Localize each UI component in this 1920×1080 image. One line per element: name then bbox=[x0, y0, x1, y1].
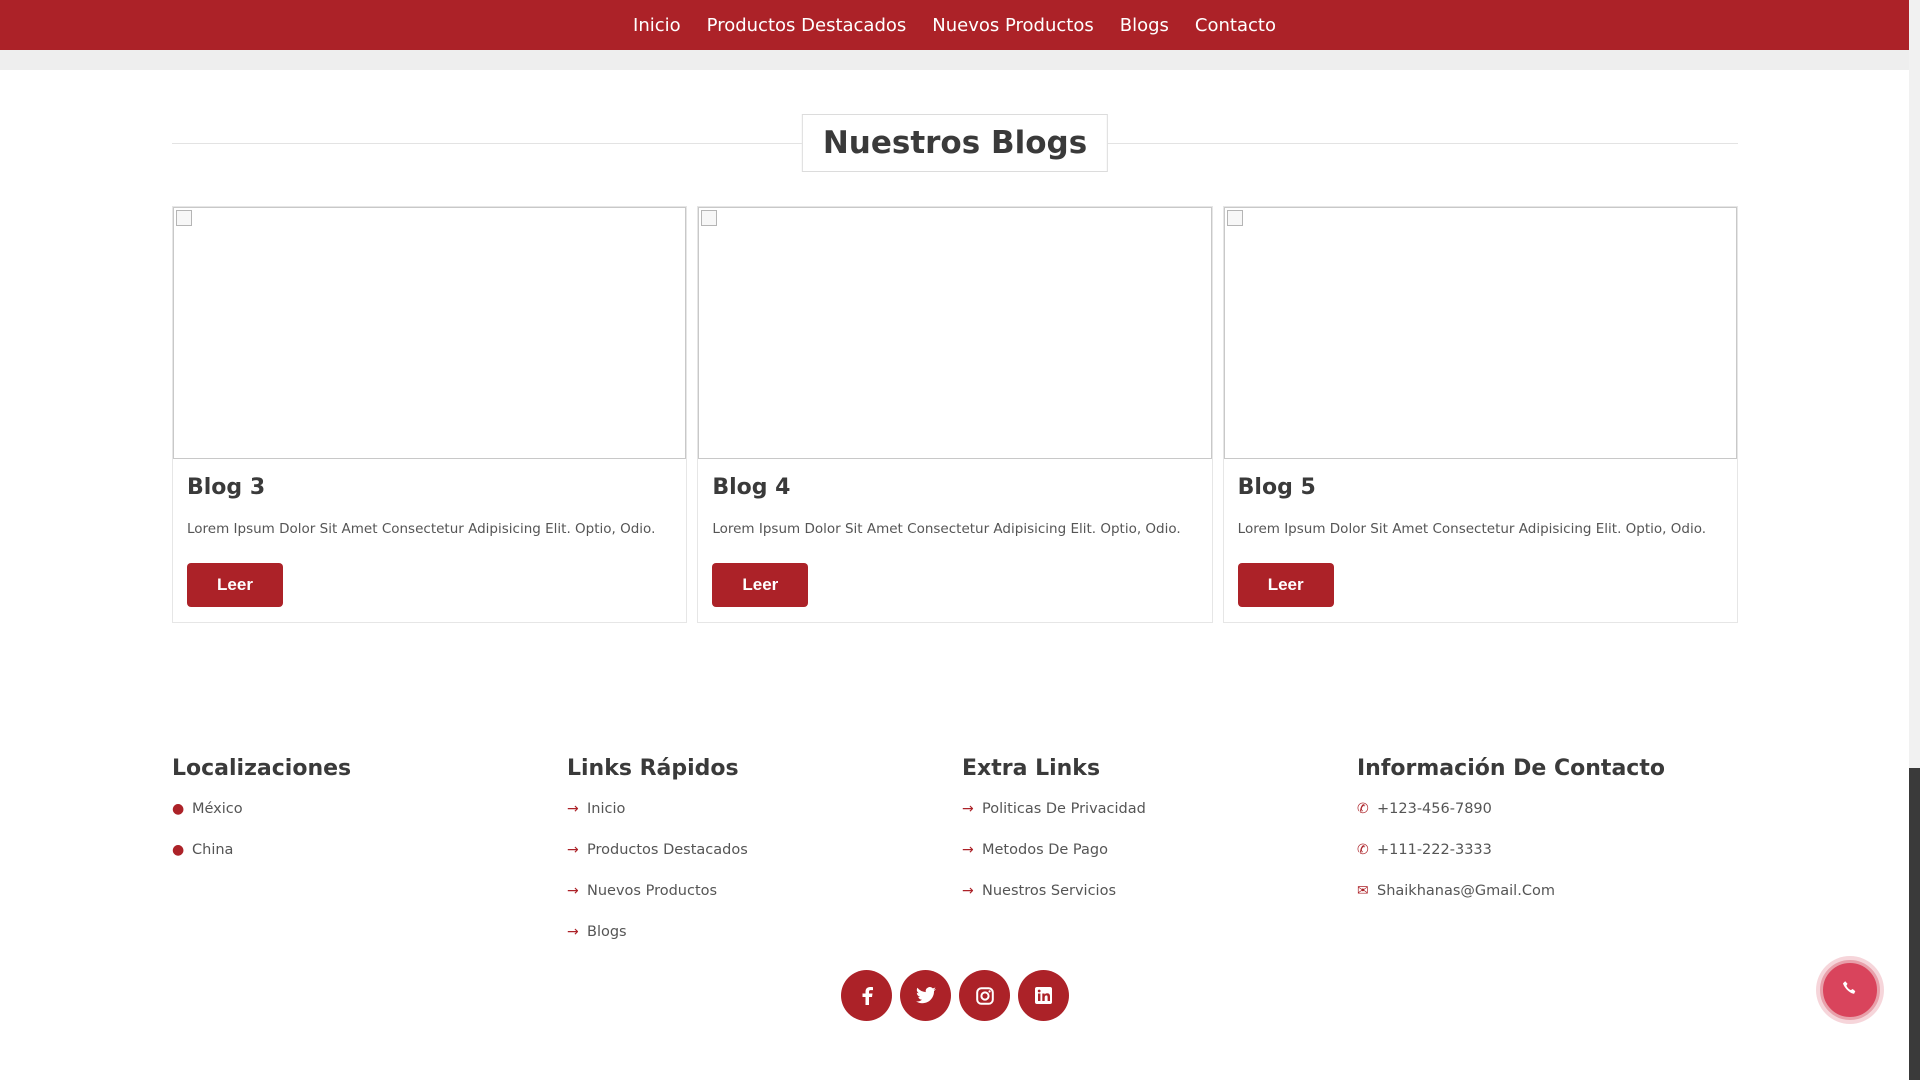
blog-title: Blog 5 bbox=[1237, 475, 1316, 500]
instagram-icon[interactable] bbox=[959, 970, 1010, 1021]
arrow-right-icon: → bbox=[567, 842, 579, 858]
linkedin-icon[interactable] bbox=[1018, 970, 1069, 1021]
footer-extra-links: Extra Links → Politicas De Privacidad → Me… bbox=[962, 756, 1146, 924]
arrow-right-icon: → bbox=[567, 924, 579, 940]
arrow-right-icon: → bbox=[567, 883, 579, 899]
nav-contacto[interactable]: Contacto bbox=[1195, 15, 1276, 36]
blog-card: Blog 3 Lorem Ipsum Dolor Sit Amet Consec… bbox=[172, 206, 688, 623]
read-button[interactable]: Leer bbox=[712, 563, 809, 607]
facebook-icon[interactable] bbox=[841, 970, 892, 1021]
footer-quick-links: Links Rápidos → Inicio → Productos Destaca… bbox=[567, 756, 748, 965]
footer-link[interactable]: → Politicas De Privacidad bbox=[962, 801, 1146, 842]
nav-underlay bbox=[0, 50, 1909, 70]
footer-link[interactable]: → Nuestros Servicios bbox=[962, 883, 1146, 924]
blog-title: Blog 4 bbox=[712, 475, 791, 500]
footer-link[interactable]: → Productos Destacados bbox=[567, 842, 748, 883]
twitter-icon[interactable] bbox=[900, 970, 951, 1021]
blog-card: Blog 4 Lorem Ipsum Dolor Sit Amet Consec… bbox=[697, 206, 1213, 623]
footer-heading: Localizaciones bbox=[172, 756, 352, 781]
location-item: ● China bbox=[172, 842, 234, 858]
map-pin-icon: ● bbox=[172, 842, 185, 858]
scrollbar-thumb[interactable] bbox=[1909, 768, 1920, 1080]
nav-inicio[interactable]: Inicio bbox=[633, 15, 681, 36]
section-heading: Nuestros Blogs bbox=[172, 114, 1738, 172]
blog-image bbox=[698, 207, 1212, 459]
blog-image bbox=[1223, 207, 1737, 459]
footer-heading: Extra Links bbox=[962, 756, 1101, 781]
nav-blogs[interactable]: Blogs bbox=[1120, 15, 1169, 36]
blog-excerpt: Lorem Ipsum Dolor Sit Amet Consectetur A… bbox=[712, 521, 1181, 537]
location-item: ● México bbox=[172, 801, 243, 817]
arrow-right-icon: → bbox=[962, 842, 974, 858]
broken-image-icon bbox=[1226, 210, 1243, 226]
blog-excerpt: Lorem Ipsum Dolor Sit Amet Consectetur A… bbox=[1237, 521, 1707, 537]
footer-link[interactable]: → Blogs bbox=[567, 924, 748, 965]
blog-cards: Blog 3 Lorem Ipsum Dolor Sit Amet Consec… bbox=[172, 206, 1738, 623]
arrow-right-icon: → bbox=[962, 801, 974, 817]
map-pin-icon: ● bbox=[172, 801, 185, 817]
nav-nuevos-productos[interactable]: Nuevos Productos bbox=[932, 15, 1093, 36]
top-navigation: Inicio Productos Destacados Nuevos Produ… bbox=[0, 0, 1909, 50]
social-links bbox=[841, 970, 1069, 1021]
footer-link[interactable]: → Inicio bbox=[567, 801, 748, 842]
read-button[interactable]: Leer bbox=[187, 563, 283, 607]
footer-heading: Links Rápidos bbox=[567, 756, 739, 781]
scrollbar[interactable] bbox=[1909, 0, 1920, 1080]
broken-image-icon bbox=[176, 210, 192, 226]
arrow-right-icon: → bbox=[962, 883, 974, 899]
arrow-right-icon: → bbox=[567, 801, 579, 817]
footer-link[interactable]: → Nuevos Productos bbox=[567, 883, 748, 924]
broken-image-icon bbox=[701, 210, 718, 226]
section-title: Nuestros Blogs bbox=[801, 114, 1109, 172]
footer-contact: Información De Contacto ✆ +123-456-7890 ✆… bbox=[1357, 756, 1665, 924]
phone-icon: ✆ bbox=[1357, 842, 1369, 858]
blog-card: Blog 5 Lorem Ipsum Dolor Sit Amet Consec… bbox=[1222, 206, 1738, 623]
footer-link[interactable]: → Metodos De Pago bbox=[962, 842, 1146, 883]
contact-item: ✆ +123-456-7890 bbox=[1357, 801, 1492, 817]
contact-item: ✉ Shaikhanas@Gmail.Com bbox=[1357, 883, 1555, 899]
footer-locations: Localizaciones ● México ● China bbox=[172, 756, 351, 883]
blog-excerpt: Lorem Ipsum Dolor Sit Amet Consectetur A… bbox=[187, 521, 656, 537]
footer-heading: Información De Contacto bbox=[1357, 756, 1665, 781]
envelope-icon: ✉ bbox=[1357, 883, 1369, 899]
phone-icon: ✆ bbox=[1357, 801, 1369, 817]
contact-item: ✆ +111-222-3333 bbox=[1357, 842, 1492, 858]
read-button[interactable]: Leer bbox=[1237, 563, 1334, 607]
blog-image bbox=[173, 207, 687, 459]
blog-title: Blog 3 bbox=[187, 475, 266, 500]
call-button[interactable] bbox=[1820, 960, 1880, 1020]
nav-productos-destacados[interactable]: Productos Destacados bbox=[707, 15, 907, 36]
phone-icon bbox=[1842, 980, 1858, 1000]
